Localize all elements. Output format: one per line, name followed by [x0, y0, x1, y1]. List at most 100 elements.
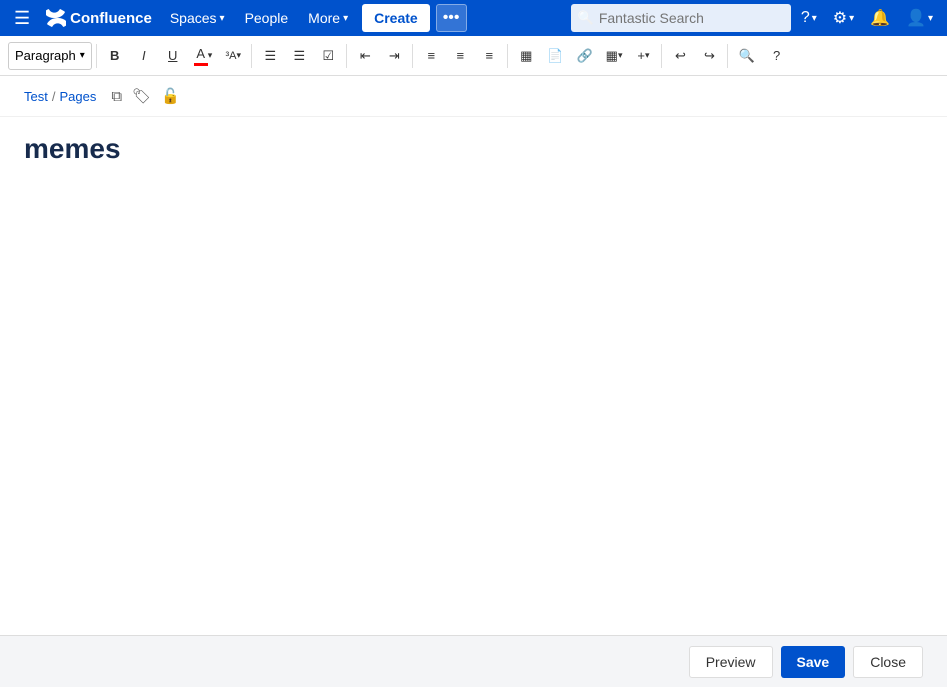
indent-icon: ⇥ [389, 48, 400, 64]
font-size-chevron-icon: ▾ [237, 50, 242, 61]
align-left-icon: ≡ [427, 48, 435, 63]
editor-help-button[interactable]: ? [763, 42, 791, 70]
bullet-list-button[interactable]: ☰ [256, 42, 284, 70]
footer: Preview Save Close [0, 635, 947, 687]
color-chevron-icon: ▾ [208, 50, 213, 61]
list-group: ☰ ☰ ☑ [256, 42, 342, 70]
confluence-logo-icon [46, 8, 66, 28]
notifications-button[interactable]: 🔔 [864, 0, 896, 36]
copy-link-button[interactable]: ⧉ [108, 85, 125, 108]
create-label: Create [374, 10, 418, 26]
underline-icon: U [168, 48, 177, 63]
help-nav-button[interactable]: ? ▾ [795, 0, 823, 36]
create-button[interactable]: Create [362, 4, 430, 32]
divider-6 [661, 44, 662, 68]
more-chevron-icon: ▾ [343, 13, 348, 24]
more-label: More [308, 10, 340, 26]
page-title[interactable]: memes [24, 133, 923, 165]
top-nav: ☰ Confluence Spaces ▾ People More ▾ Crea… [0, 0, 947, 36]
breadcrumb-actions: ⧉ 🏷 🔓 [108, 84, 182, 108]
numbered-list-button[interactable]: ☰ [285, 42, 313, 70]
paragraph-style-select[interactable]: Paragraph ▾ [8, 42, 92, 70]
preview-button[interactable]: Preview [689, 646, 773, 678]
lock-open-icon: 🔓 [161, 87, 180, 105]
formatting-toolbar: Paragraph ▾ B I U A ▾ ³A ▾ ☰ ☰ [0, 36, 947, 76]
paragraph-chevron-icon: ▾ [80, 50, 85, 61]
logo-text: Confluence [70, 10, 152, 27]
search-wrapper: 🔍 [571, 4, 791, 32]
plus-chevron-icon: ▾ [645, 50, 650, 61]
color-indicator [194, 63, 208, 66]
restrictions-button[interactable]: 🔓 [158, 84, 183, 108]
hamburger-menu-button[interactable]: ☰ [8, 5, 36, 31]
italic-button[interactable]: I [130, 42, 158, 70]
align-right-button[interactable]: ≡ [475, 42, 503, 70]
outdent-button[interactable]: ⇤ [351, 42, 379, 70]
font-size-icon: ³A [226, 50, 237, 62]
divider-3 [346, 44, 347, 68]
task-list-icon: ☑ [322, 48, 334, 64]
bold-icon: B [110, 48, 119, 63]
insert-table-button[interactable]: ▦ ▾ [600, 42, 629, 70]
more-nav-button[interactable]: More ▾ [300, 0, 356, 36]
insert-more-button[interactable]: + ▾ [629, 42, 657, 70]
indent-button[interactable]: ⇥ [380, 42, 408, 70]
redo-icon: ↪ [704, 48, 715, 64]
confluence-logo[interactable]: Confluence [40, 8, 158, 28]
editor-content[interactable] [24, 181, 923, 581]
task-list-button[interactable]: ☑ [314, 42, 342, 70]
plus-icon: + [637, 48, 645, 63]
align-left-button[interactable]: ≡ [417, 42, 445, 70]
people-label: People [245, 10, 289, 26]
insert-files-button[interactable]: 📄 [541, 42, 569, 70]
save-button[interactable]: Save [781, 646, 846, 678]
profile-chevron-icon: ▾ [928, 13, 933, 24]
history-group: ↩ ↪ [666, 42, 723, 70]
insert-group: ▦ 📄 🔗 ▦ ▾ + ▾ [512, 42, 657, 70]
font-size-button[interactable]: ³A ▾ [219, 42, 247, 70]
text-format-group: B I U A ▾ ³A ▾ [101, 42, 248, 70]
spaces-label: Spaces [170, 10, 217, 26]
people-nav-button[interactable]: People [237, 0, 297, 36]
copy-link-icon: ⧉ [111, 88, 122, 105]
profile-button[interactable]: 👤 ▾ [900, 0, 939, 36]
bell-icon: 🔔 [870, 8, 890, 28]
find-button[interactable]: 🔍 [732, 42, 760, 70]
indent-group: ⇤ ⇥ [351, 42, 408, 70]
spaces-nav-button[interactable]: Spaces ▾ [162, 0, 233, 36]
align-center-button[interactable]: ≡ [446, 42, 474, 70]
text-color-button[interactable]: A ▾ [188, 42, 219, 70]
paragraph-style-label: Paragraph [15, 48, 76, 63]
bullet-list-icon: ☰ [264, 48, 276, 64]
italic-icon: I [142, 48, 146, 63]
bold-button[interactable]: B [101, 42, 129, 70]
page-layout-icon: ▦ [520, 48, 532, 64]
underline-button[interactable]: U [159, 42, 187, 70]
breadcrumb-current-link[interactable]: Pages [59, 89, 96, 104]
labels-button[interactable]: 🏷 [129, 84, 154, 108]
link-icon: 🔗 [576, 48, 592, 64]
create-more-button[interactable]: ••• [436, 4, 467, 32]
undo-button[interactable]: ↩ [666, 42, 694, 70]
search-input[interactable] [571, 4, 791, 32]
redo-button[interactable]: ↪ [695, 42, 723, 70]
breadcrumb-separator: / [52, 89, 56, 104]
divider-4 [412, 44, 413, 68]
divider-1 [96, 44, 97, 68]
insert-link-button[interactable]: 🔗 [570, 42, 598, 70]
undo-icon: ↩ [675, 48, 686, 64]
page-layout-button[interactable]: ▦ [512, 42, 540, 70]
numbered-list-icon: ☰ [293, 48, 305, 64]
align-group: ≡ ≡ ≡ [417, 42, 503, 70]
align-right-icon: ≡ [485, 48, 493, 63]
settings-chevron-icon: ▾ [849, 13, 854, 24]
close-button[interactable]: Close [853, 646, 923, 678]
breadcrumb-parent-link[interactable]: Test [24, 89, 48, 104]
spaces-chevron-icon: ▾ [220, 13, 225, 24]
align-center-icon: ≡ [456, 48, 464, 63]
divider-7 [727, 44, 728, 68]
editor-area[interactable]: memes [0, 117, 947, 635]
settings-nav-button[interactable]: ⚙ ▾ [827, 0, 860, 36]
find-icon: 🔍 [738, 48, 754, 64]
insert-files-icon: 📄 [547, 48, 563, 64]
